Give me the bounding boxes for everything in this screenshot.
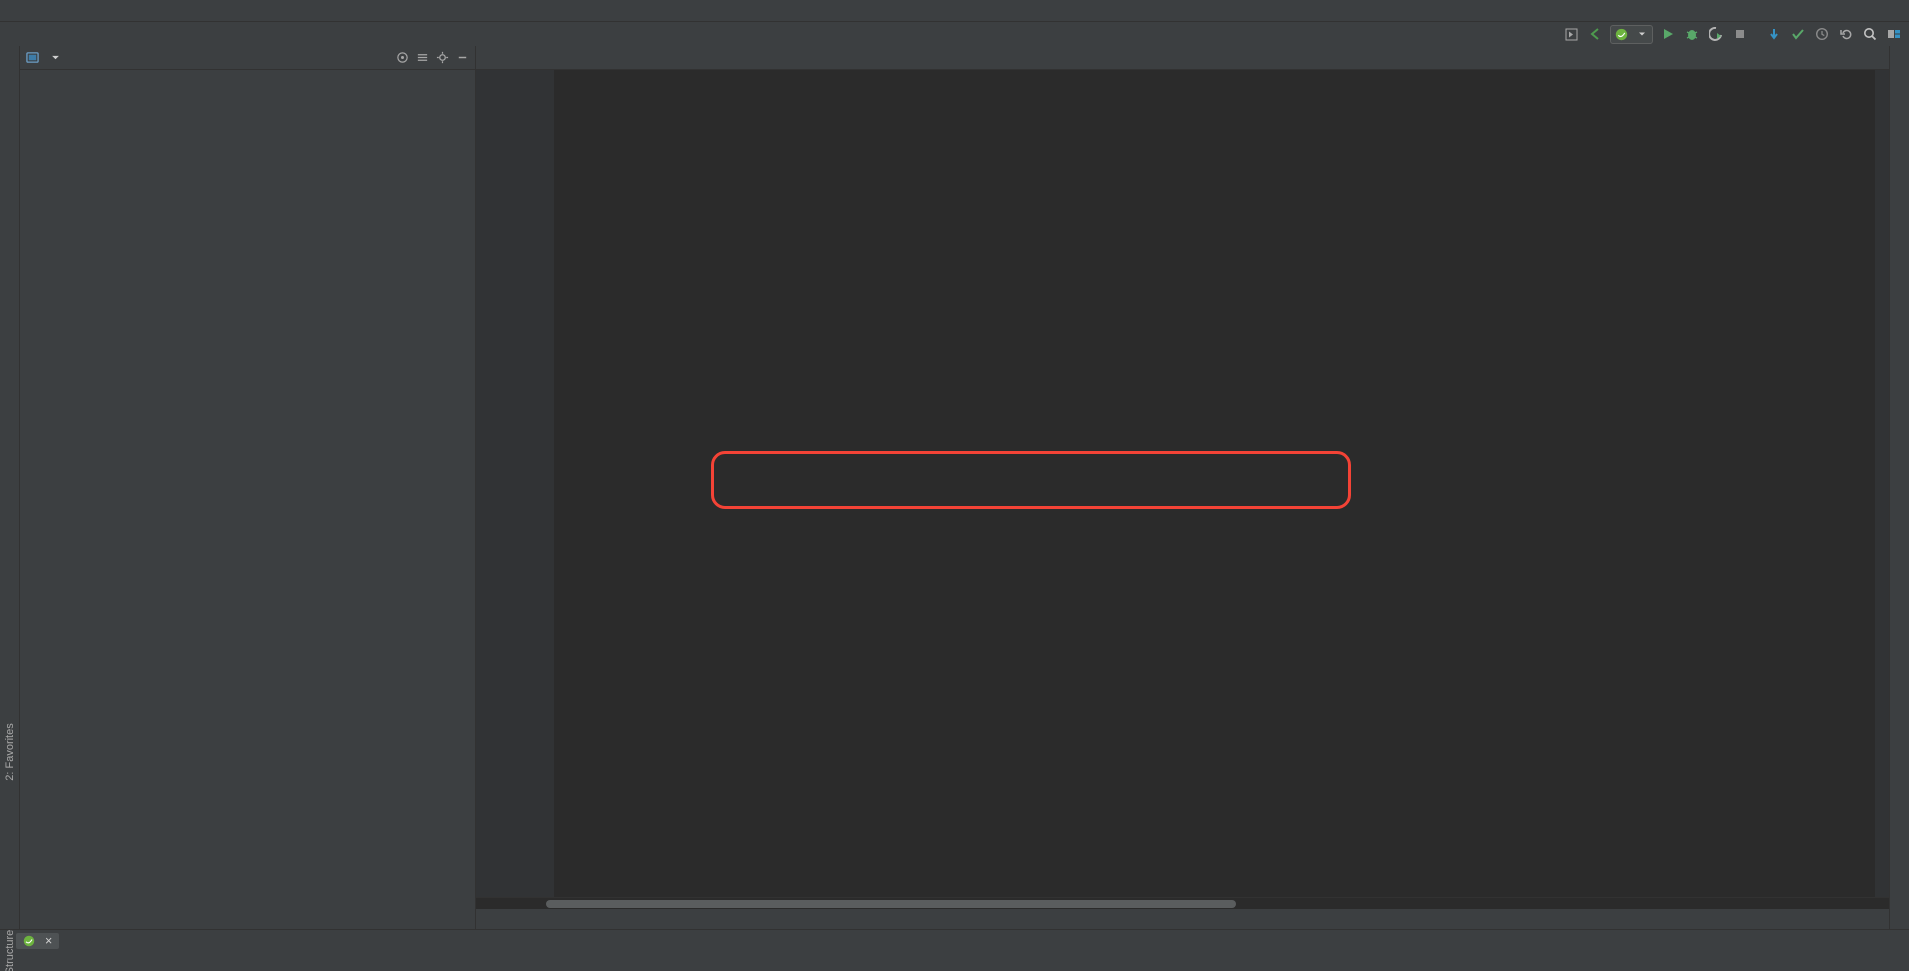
editor-body bbox=[476, 70, 1889, 897]
hide-icon[interactable] bbox=[456, 51, 469, 64]
tool-window-favorites[interactable]: 2: Favorites bbox=[4, 717, 16, 787]
locate-icon[interactable] bbox=[396, 51, 409, 64]
editor-area bbox=[476, 46, 1889, 929]
spring-icon bbox=[1615, 28, 1628, 40]
run-coverage-icon[interactable] bbox=[1707, 25, 1725, 43]
code-viewport[interactable] bbox=[554, 70, 1889, 897]
scrollbar-thumb[interactable] bbox=[546, 900, 1236, 908]
chevron-down-icon[interactable] bbox=[51, 53, 60, 62]
search-everywhere-icon[interactable] bbox=[1861, 25, 1879, 43]
code-text[interactable] bbox=[554, 70, 1889, 897]
debug-session-tab[interactable]: × bbox=[16, 932, 60, 949]
spring-icon bbox=[23, 935, 35, 946]
project-panel-actions bbox=[396, 51, 469, 64]
editor-gutter[interactable] bbox=[476, 70, 554, 897]
debug-tool-tabs bbox=[0, 951, 1909, 971]
editor-breadcrumb bbox=[476, 909, 1889, 929]
error-stripe[interactable] bbox=[1875, 70, 1889, 897]
close-icon[interactable]: × bbox=[45, 934, 52, 948]
toolbar-actions bbox=[1562, 24, 1903, 44]
project-icon bbox=[26, 52, 39, 63]
settings-icon[interactable] bbox=[436, 51, 449, 64]
right-tool-window-bar bbox=[1889, 46, 1909, 929]
left-tool-window-bar: 2: Favorites Structure bbox=[0, 46, 20, 971]
editor-horizontal-scrollbar[interactable] bbox=[476, 897, 1889, 909]
run-configuration-selector[interactable] bbox=[1610, 24, 1653, 44]
debug-tool-window-header: × bbox=[0, 929, 1909, 951]
back-arrow-icon[interactable] bbox=[1586, 25, 1604, 43]
update-project-icon[interactable] bbox=[1765, 25, 1783, 43]
stop-icon[interactable] bbox=[1731, 25, 1749, 43]
project-panel-header bbox=[20, 46, 475, 70]
idea-window: 2: Favorites Structure × bbox=[0, 0, 1909, 971]
history-icon[interactable] bbox=[1813, 25, 1831, 43]
navigation-toolbar bbox=[0, 22, 1909, 46]
collapse-all-icon[interactable] bbox=[416, 51, 429, 64]
main-area: 2: Favorites Structure bbox=[0, 46, 1909, 971]
tool-window-structure[interactable]: Structure bbox=[4, 917, 16, 971]
project-tool-window bbox=[20, 46, 476, 929]
rollback-icon[interactable] bbox=[1837, 25, 1855, 43]
build-icon[interactable] bbox=[1562, 25, 1580, 43]
project-structure-icon[interactable] bbox=[1885, 25, 1903, 43]
main-menu-bar bbox=[0, 0, 1909, 22]
commit-icon[interactable] bbox=[1789, 25, 1807, 43]
project-tree[interactable] bbox=[20, 70, 475, 929]
editor-tabs bbox=[476, 46, 1889, 70]
run-icon[interactable] bbox=[1659, 25, 1677, 43]
debug-icon[interactable] bbox=[1683, 25, 1701, 43]
chevron-down-icon bbox=[1639, 32, 1645, 36]
